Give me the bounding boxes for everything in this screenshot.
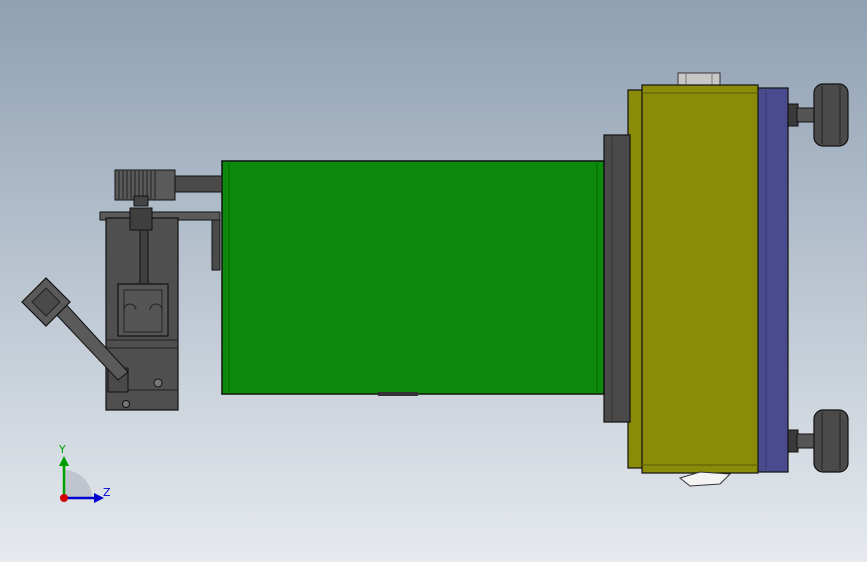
dark-flange[interactable] <box>603 134 631 423</box>
green-housing[interactable] <box>221 160 605 396</box>
triad-z-label: Z <box>103 486 111 499</box>
blue-side-plate[interactable] <box>755 87 789 473</box>
motor-body[interactable] <box>105 207 179 411</box>
cad-scene[interactable] <box>0 0 867 562</box>
triad-y-label: Y <box>59 443 66 456</box>
olive-end-plate[interactable] <box>627 72 759 487</box>
cad-viewport[interactable]: Y Z <box>0 0 867 562</box>
